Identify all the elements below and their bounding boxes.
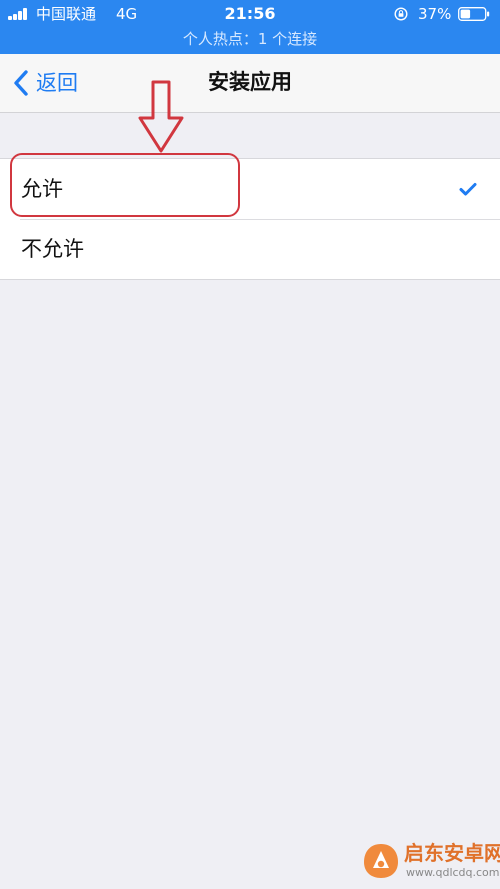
watermark-url: www.qdlcdq.com	[406, 866, 500, 879]
battery-icon	[458, 7, 490, 21]
page-title: 安装应用	[208, 70, 292, 94]
status-bar: 中国联通 4G 21:56 37% 个人热点：1 个连接	[0, 0, 500, 54]
arrow-down-icon	[138, 80, 184, 153]
watermark-name: 启东安卓网	[404, 841, 500, 865]
highlight-box	[10, 153, 240, 217]
hotspot-banner[interactable]: 个人热点：1 个连接	[0, 29, 500, 49]
orientation-lock-icon	[394, 7, 408, 21]
watermark: 启东安卓网 www.qdlcdq.com	[362, 838, 500, 884]
navigation-bar: 返回 安装应用	[0, 54, 500, 113]
checkmark-icon	[459, 183, 477, 196]
battery-percent: 37%	[418, 5, 452, 23]
option-deny[interactable]: 不允许	[0, 219, 500, 279]
option-label: 不允许	[21, 237, 84, 261]
watermark-logo-icon	[364, 844, 398, 878]
status-row: 中国联通 4G 21:56 37%	[0, 0, 500, 28]
